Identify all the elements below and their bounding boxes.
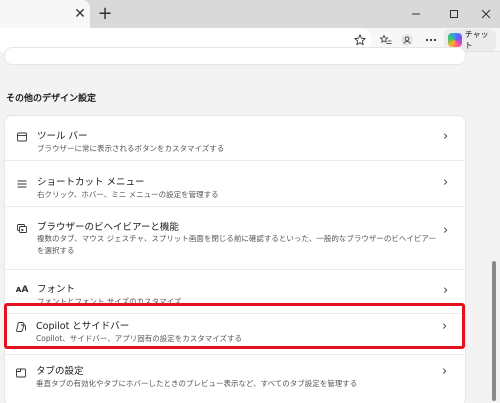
- item-description: 右クリック、ホバー、ミニ メニューの設定を管理する: [37, 190, 219, 199]
- scrollbar-thumb[interactable]: [492, 261, 496, 401]
- tabs-icon: [14, 366, 28, 380]
- settings-item-fonts[interactable]: ᴀA フォント フォントとフォント サイズのカスタマイズ ›: [5, 270, 467, 313]
- copilot-logo-icon: [448, 33, 462, 47]
- maximize-button[interactable]: [444, 4, 464, 24]
- item-description: フォントとフォント サイズのカスタマイズ: [37, 297, 182, 306]
- menu-icon: [15, 177, 29, 191]
- item-title: ブラウザーのビヘイビアーと機能: [37, 222, 179, 233]
- chat-button-label: チャット: [464, 30, 489, 50]
- settings-item-shortcut-menu[interactable]: ショートカット メニュー 右クリック、ホバー、ミニ メニューの設定を管理する ›: [5, 161, 467, 205]
- item-description: Copilot、サイドバー、アプリ固有の設定をカスタマイズする: [36, 334, 242, 343]
- item-description: ブラウザーに常に表示されるボタンをカスタマイズする: [37, 144, 225, 153]
- section-title: その他のデザイン設定: [6, 94, 97, 104]
- toolbar-icon: [15, 130, 29, 144]
- close-icon: [481, 9, 491, 19]
- tab-strip: ✕ +: [0, 0, 500, 28]
- settings-content: その他のデザイン設定 ツール バー ブラウザーに常に表示されるボタンをカスタマイ…: [0, 47, 480, 403]
- new-tab-button[interactable]: +: [95, 4, 115, 24]
- font-icon: ᴀA: [15, 285, 29, 295]
- item-title: ショートカット メニュー: [37, 177, 145, 188]
- minimize-icon: [412, 13, 420, 15]
- previous-settings-card: [4, 47, 466, 65]
- settings-item-toolbar[interactable]: ツール バー ブラウザーに常に表示されるボタンをカスタマイズする ›: [5, 116, 467, 160]
- active-tab[interactable]: ✕: [0, 0, 90, 28]
- chevron-right-icon: ›: [443, 175, 449, 190]
- minimize-button[interactable]: [406, 4, 426, 24]
- chevron-right-icon: ›: [443, 283, 449, 298]
- chevron-right-icon: ›: [443, 129, 449, 144]
- close-window-button[interactable]: [476, 4, 496, 24]
- settings-item-browser-behavior[interactable]: ブラウザーのビヘイビアーと機能 複数のタブ、マウス ジェスチャ、スプリット画面を…: [5, 207, 467, 269]
- tab-close-icon[interactable]: ✕: [71, 5, 89, 23]
- item-description: 垂直タブの有効化やタブにホバーしたときのプレビュー表示など、すべてのタブ設定を管…: [36, 379, 358, 388]
- item-title: タブの設定: [36, 366, 84, 377]
- maximize-icon: [450, 10, 458, 18]
- chevron-right-icon: ›: [443, 223, 449, 238]
- item-description: 複数のタブ、マウス ジェスチャ、スプリット画面を閉じる前に確認するといった、一般…: [37, 234, 436, 255]
- item-title: ツール バー: [37, 131, 88, 142]
- copilot-icon: [14, 320, 28, 334]
- item-title: フォント: [37, 284, 76, 295]
- chevron-right-icon: ›: [442, 319, 448, 334]
- settings-item-copilot-sidebar-row[interactable]: Copilot とサイドバー Copilot、サイドバー、アプリ固有の設定をカス…: [4, 309, 466, 351]
- item-title: Copilot とサイドバー: [36, 321, 130, 332]
- chevron-right-icon: ›: [442, 364, 448, 379]
- browser-behavior-icon: [15, 221, 29, 235]
- settings-item-tabs[interactable]: タブの設定 垂直タブの有効化やタブにホバーしたときのプレビュー表示など、すべての…: [4, 355, 466, 399]
- vertical-scrollbar[interactable]: [487, 53, 500, 403]
